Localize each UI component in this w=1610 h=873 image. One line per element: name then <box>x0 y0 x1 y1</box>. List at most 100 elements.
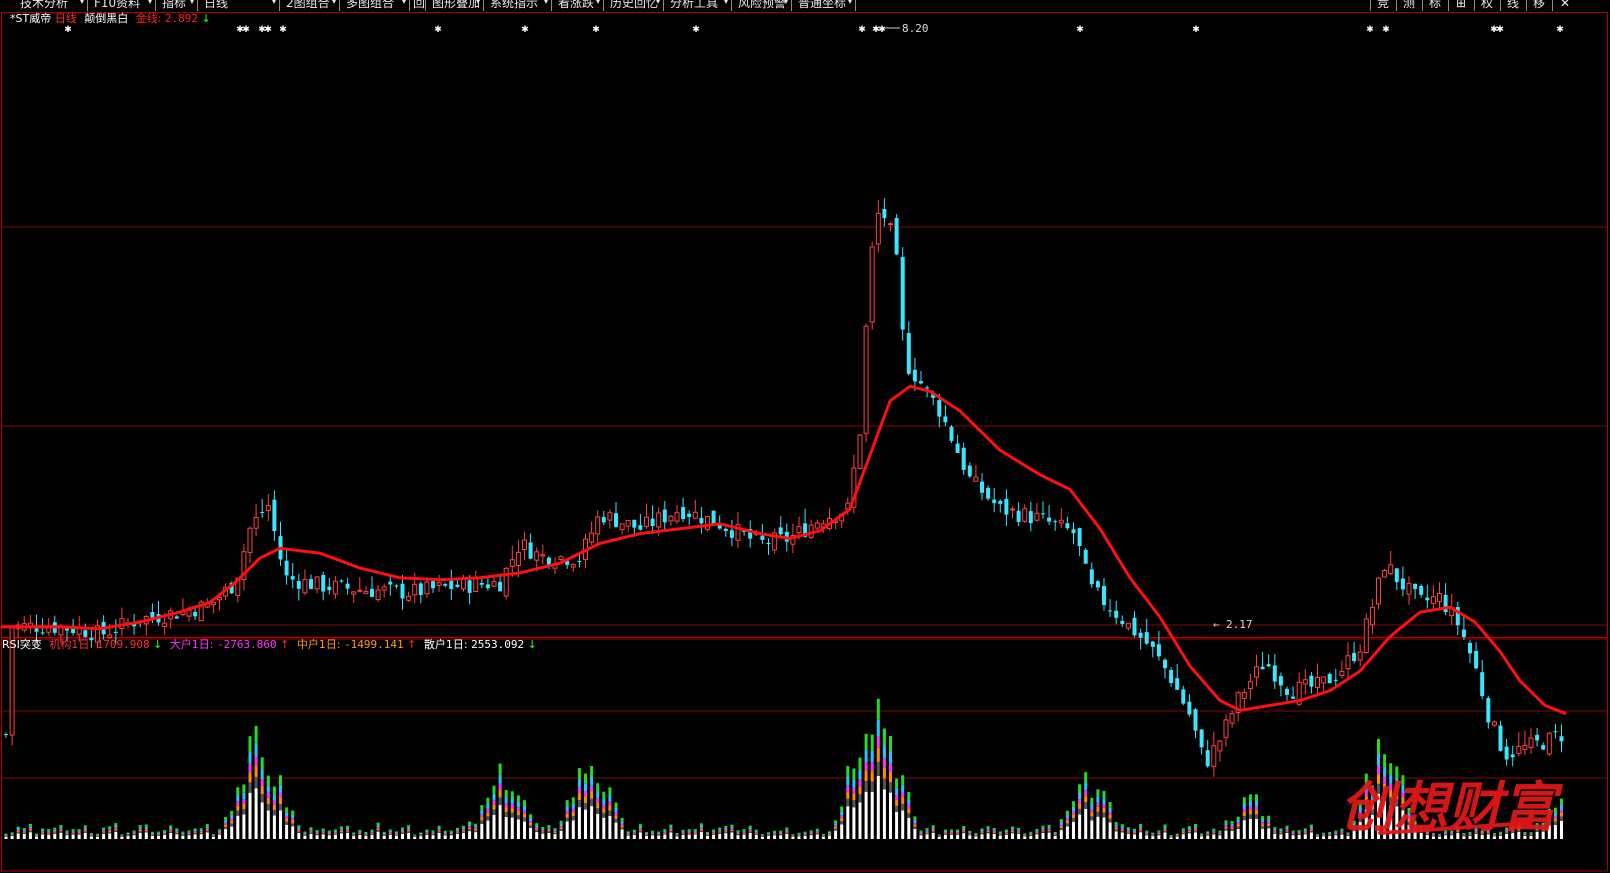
dropdown-arrow-icon[interactable]: ▾ <box>476 0 480 6</box>
volume-bar-segment <box>340 832 343 834</box>
dropdown-arrow-icon[interactable]: ▾ <box>544 0 548 6</box>
dropdown-arrow-icon[interactable]: ▾ <box>596 0 600 6</box>
volume-bar-segment <box>22 829 26 831</box>
candle-body <box>431 581 435 589</box>
volume-bar-segment <box>1303 833 1307 835</box>
volume-bar-segment <box>1200 836 1204 839</box>
volume-bar-segment <box>809 835 813 839</box>
volume-bar-segment <box>1114 826 1118 829</box>
volume-bar-segment <box>138 825 142 828</box>
toolbar-right-5[interactable]: 线 <box>1500 0 1525 11</box>
volume-bar-segment <box>529 818 533 821</box>
toolbar-item-10[interactable]: 分析工具 <box>666 0 732 11</box>
volume-bar-segment <box>1157 832 1161 834</box>
candle-body <box>1193 709 1198 731</box>
volume-bar-segment <box>620 829 624 839</box>
dropdown-arrow-icon[interactable]: ▾ <box>724 0 728 6</box>
indicator-name[interactable]: 颠倒黑白 <box>84 12 128 25</box>
candle-body <box>1010 508 1015 511</box>
dropdown-arrow-icon[interactable]: ▾ <box>402 0 406 6</box>
volume-bar-segment <box>1041 827 1045 830</box>
toolbar-item-5[interactable]: 多图组合 <box>342 0 410 11</box>
toolbar-right-1[interactable]: 测 <box>1396 0 1421 11</box>
candle-body <box>515 551 521 567</box>
volume-bar-segment <box>248 792 252 839</box>
volume-bar-segment <box>1285 831 1289 833</box>
volume-bar-segment <box>736 831 740 833</box>
volume-bar-segment <box>571 808 575 812</box>
volume-bar-segment <box>980 832 984 834</box>
toolbar-right-0[interactable]: 竞 <box>1370 0 1395 11</box>
volume-bar-segment <box>401 832 404 834</box>
toolbar-right-7[interactable]: ✕ <box>1552 0 1577 11</box>
volume-bar-segment <box>645 835 648 839</box>
dropdown-arrow-icon[interactable]: ▾ <box>80 0 84 6</box>
period-label[interactable]: 日线 <box>55 12 77 25</box>
volume-bar-segment <box>394 834 398 836</box>
volume-bar-segment <box>956 832 960 833</box>
volume-bar-segment <box>767 832 770 834</box>
toolbar-right-4[interactable]: 权 <box>1474 0 1499 11</box>
dropdown-arrow-icon[interactable]: ▾ <box>332 0 336 6</box>
overlay-box-icon[interactable]: 回 <box>412 0 426 11</box>
volume-bar-segment <box>596 783 600 792</box>
stock-chart[interactable]: ✱ ✱✱ ✱✱ ✱ ✱ ✱ ✱ ✱ ✱ ✱✱ ✱ ✱ ✱ ✱ ✱✱ ✱ 8.20 ← 2.17 创想财富 <box>0 11 1610 873</box>
volume-bar-segment <box>108 826 112 829</box>
volume-bar-segment <box>1133 830 1136 832</box>
volume-bar-segment <box>1084 802 1088 809</box>
volume-bar-segment <box>211 836 215 837</box>
volume-bar-segment <box>846 791 850 799</box>
dropdown-arrow-icon[interactable]: ▾ <box>848 0 852 6</box>
gold-line-value: 2.892 <box>164 12 199 25</box>
volume-bar-segment <box>1053 834 1057 836</box>
volume-bar-segment <box>346 827 350 830</box>
volume-bar-segment <box>1096 811 1100 817</box>
volume-bar-segment <box>1126 832 1130 834</box>
volume-bar-segment <box>931 825 935 828</box>
volume-bar-segment <box>1212 833 1216 835</box>
toolbar-item-1[interactable]: F10资料 <box>90 0 156 11</box>
candle-body <box>1339 670 1345 677</box>
volume-bar-segment <box>1206 835 1210 839</box>
volume-bar-segment <box>96 835 99 837</box>
toolbar-right-3[interactable]: ⊞ <box>1448 0 1473 11</box>
volume-bar-segment <box>803 831 807 833</box>
volume-bar-segment <box>864 781 868 792</box>
volume-bar-segment <box>535 830 539 832</box>
dropdown-arrow-icon[interactable]: ▾ <box>148 0 152 6</box>
volume-bar-segment <box>754 834 758 839</box>
sub-indicator-name[interactable]: RSI突变 <box>2 638 42 651</box>
volume-bar-segment <box>736 830 740 832</box>
toolbar-item-3[interactable]: 日线 <box>200 0 280 11</box>
volume-bar-segment <box>407 832 411 839</box>
dropdown-arrow-icon[interactable]: ▾ <box>656 0 660 6</box>
mid-label: 中户1日: <box>296 638 341 651</box>
volume-bar-segment <box>699 825 703 828</box>
volume-bar-segment <box>565 813 569 818</box>
volume-bar-segment <box>1102 804 1106 808</box>
toolbar-right-6[interactable]: 移 <box>1526 0 1551 11</box>
candle-body <box>625 519 631 527</box>
candle-body <box>687 513 692 517</box>
volume-bar-segment <box>645 834 648 835</box>
toolbar-right-2[interactable]: 标 <box>1422 0 1447 11</box>
volume-bar-segment <box>163 833 167 835</box>
volume-bar-segment <box>1212 834 1216 839</box>
volume-bar-segment <box>199 828 203 830</box>
volume-bar-segment <box>925 831 929 832</box>
volume-bar-segment <box>815 834 819 839</box>
toolbar-item-7[interactable]: 系统指示 <box>486 0 552 11</box>
dropdown-arrow-icon[interactable]: ▾ <box>272 0 276 6</box>
toolbar-item-12[interactable]: 普通坐标 <box>794 0 856 11</box>
volume-bar-segment <box>248 736 252 752</box>
volume-bar-segment <box>1120 829 1124 831</box>
volume-bar-segment <box>1078 808 1082 815</box>
volume-bar-segment <box>1230 823 1234 826</box>
volume-bar-segment <box>394 835 398 839</box>
volume-bar-segment <box>523 806 526 811</box>
toolbar-item-0[interactable]: 技术分析 <box>16 0 88 11</box>
dropdown-arrow-icon[interactable]: ▾ <box>784 0 788 6</box>
volume-bar-segment <box>907 792 911 799</box>
dropdown-arrow-icon[interactable]: ▾ <box>190 0 194 6</box>
volume-bar-segment <box>632 829 636 832</box>
